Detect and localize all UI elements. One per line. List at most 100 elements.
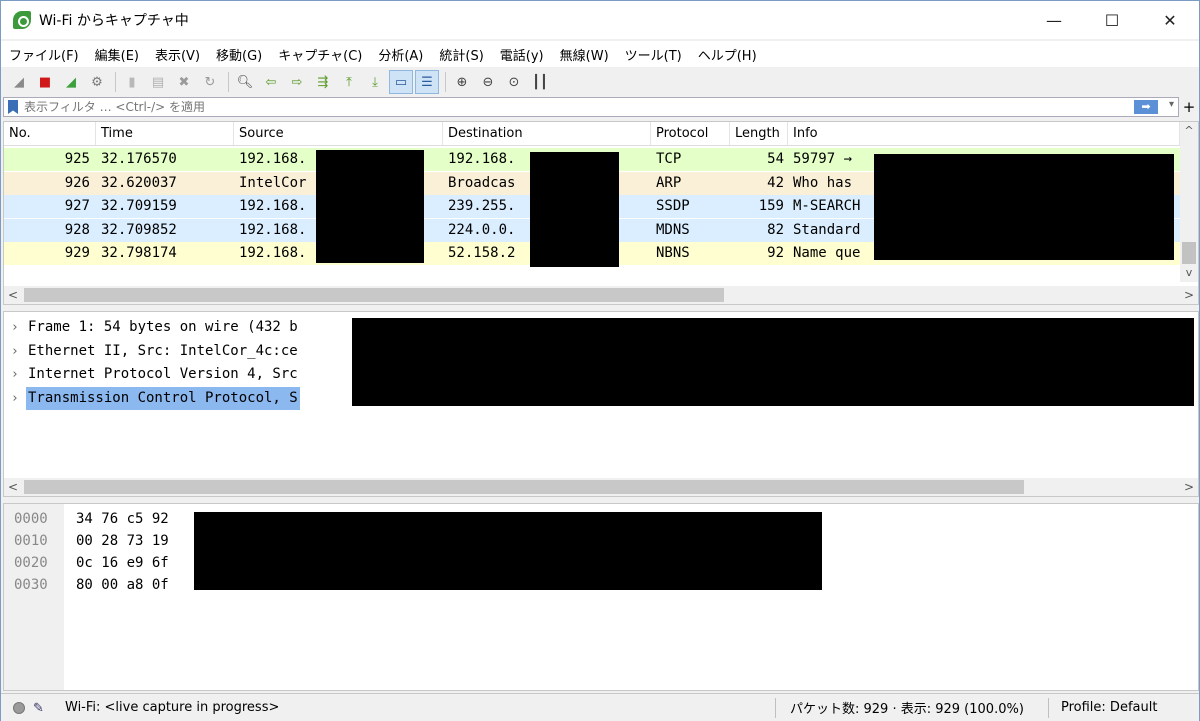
column-header[interactable]: No. — [4, 122, 96, 145]
cell-length: 159 — [758, 198, 784, 214]
scroll-up-icon[interactable]: ^ — [1180, 122, 1198, 140]
wireshark-window: Wi-Fi からキャプチャ中 — ☐ ✕ ファイル(F) 編集(E) 表示(V) 移動… — [0, 0, 1200, 721]
capture-options-icon[interactable]: ⚙ — [85, 70, 109, 94]
byte-offset: 0030 — [14, 577, 48, 593]
cell-time: 32.709852 — [101, 221, 177, 238]
column-header[interactable]: Protocol — [651, 122, 730, 145]
menu-item[interactable]: 編集(E) — [87, 45, 147, 64]
go-back-icon[interactable]: ⇦ — [259, 70, 283, 94]
expand-chevron-icon[interactable]: › — [4, 363, 26, 386]
toolbar-separator — [228, 72, 229, 92]
byte-hex[interactable]: 00 28 73 19 — [76, 530, 169, 552]
column-header[interactable]: Length — [730, 122, 788, 145]
menu-item[interactable]: 電話(y) — [492, 45, 552, 64]
cell-no: 927 — [64, 198, 90, 214]
hscroll-thumb[interactable] — [24, 288, 724, 302]
expand-chevron-icon[interactable]: › — [4, 316, 26, 339]
go-last-icon[interactable]: ⤓ — [363, 70, 387, 94]
go-to-packet-icon[interactable]: ⇶ — [311, 70, 335, 94]
redaction-block — [194, 512, 822, 590]
restart-capture-icon[interactable]: ◢ — [59, 70, 83, 94]
autoscroll-icon[interactable]: ▭ — [389, 70, 413, 94]
status-divider — [1048, 697, 1049, 718]
expand-chevron-icon[interactable]: › — [4, 340, 26, 363]
maximize-button[interactable]: ☐ — [1083, 1, 1141, 39]
scroll-right-icon[interactable]: > — [1180, 478, 1198, 496]
cell-protocol: ARP — [656, 174, 682, 191]
go-first-icon[interactable]: ⤒ — [337, 70, 361, 94]
main-toolbar: ◢ ■ ◢ ⚙ ▮ ▤ ✖ ↻ 🔍︎ ⇦ ⇨ ⇶ ⤒ ⤓ ▭ ☰ ⊕ ⊖ ⊙ ┃┃ — [1, 68, 1199, 96]
column-header[interactable]: Source — [234, 122, 443, 145]
close-button[interactable]: ✕ — [1141, 1, 1199, 39]
column-header[interactable]: Info — [788, 122, 1180, 145]
scroll-down-icon[interactable]: v — [1180, 264, 1198, 282]
redaction-block — [352, 318, 1194, 406]
start-capture-icon[interactable]: ◢ — [7, 70, 31, 94]
cell-time: 32.620037 — [101, 174, 177, 191]
detail-text: Internet Protocol Version 4, Src — [28, 366, 298, 382]
menu-item[interactable]: 表示(V) — [147, 45, 208, 64]
packet-bytes-pane: 0000 34 76 c5 92 0010 00 28 73 19 0020 0c 16 … — [3, 503, 1199, 691]
menu-item[interactable]: 分析(A) — [370, 45, 431, 64]
detail-text: Frame 1: 54 bytes on wire (432 b — [28, 319, 298, 335]
redaction-block — [530, 152, 619, 267]
open-file-icon[interactable]: ▮ — [120, 70, 144, 94]
minimize-button[interactable]: — — [1025, 1, 1083, 39]
cell-length: 54 — [767, 151, 784, 167]
redaction-block — [874, 154, 1174, 260]
zoom-out-icon[interactable]: ⊖ — [476, 70, 500, 94]
close-file-icon[interactable]: ✖ — [172, 70, 196, 94]
column-header[interactable]: Time — [96, 122, 234, 145]
cell-length: 42 — [767, 174, 784, 191]
bookmark-icon[interactable] — [8, 100, 18, 114]
vscroll-thumb[interactable] — [1182, 242, 1196, 264]
cell-no: 926 — [64, 174, 90, 191]
packet-list-vscrollbar[interactable]: ^ v — [1180, 122, 1198, 282]
column-header[interactable]: Destination — [443, 122, 651, 145]
capture-comment-icon[interactable]: ✎ — [33, 701, 47, 716]
profile-selector[interactable]: Profile: Default — [1061, 700, 1157, 715]
hscroll-thumb[interactable] — [24, 480, 1024, 494]
byte-hex[interactable]: 80 00 a8 0f — [76, 574, 169, 596]
reload-icon[interactable]: ↻ — [198, 70, 222, 94]
wireshark-logo-icon — [13, 11, 31, 29]
zoom-in-icon[interactable]: ⊕ — [450, 70, 474, 94]
apply-filter-button[interactable]: ➡ — [1134, 100, 1158, 114]
find-packet-icon[interactable]: 🔍︎ — [233, 70, 257, 94]
menu-item[interactable]: 無線(W) — [552, 45, 617, 64]
scroll-left-icon[interactable]: < — [4, 286, 22, 304]
packet-list-hscrollbar[interactable]: < > — [4, 286, 1198, 304]
menu-item[interactable]: ファイル(F) — [1, 45, 87, 64]
expand-chevron-icon[interactable]: › — [4, 387, 26, 410]
capture-status-text: Wi-Fi: <live capture in progress> — [65, 700, 280, 715]
scroll-right-icon[interactable]: > — [1180, 286, 1198, 304]
display-filter-bar: ➡ ▾ — [3, 97, 1179, 117]
cell-no: 925 — [64, 151, 90, 167]
display-filter-input[interactable] — [24, 100, 1124, 114]
go-forward-icon[interactable]: ⇨ — [285, 70, 309, 94]
scroll-left-icon[interactable]: < — [4, 478, 22, 496]
menu-bar: ファイル(F) 編集(E) 表示(V) 移動(G) キャプチャ(C) 分析(A) 統計(S)… — [1, 41, 1199, 67]
add-filter-button[interactable]: + — [1181, 97, 1197, 117]
menu-item[interactable]: 移動(G) — [208, 45, 270, 64]
byte-hex[interactable]: 34 76 c5 92 — [76, 508, 169, 530]
expert-info-icon[interactable] — [13, 701, 25, 714]
cell-length: 82 — [767, 221, 784, 238]
byte-hex[interactable]: 0c 16 e9 6f — [76, 552, 169, 574]
cell-protocol: TCP — [656, 151, 682, 167]
menu-item[interactable]: キャプチャ(C) — [270, 45, 370, 64]
cell-protocol: SSDP — [656, 198, 690, 214]
packet-details-hscrollbar[interactable]: < > — [4, 478, 1198, 496]
filter-history-dropdown-icon[interactable]: ▾ — [1169, 99, 1174, 110]
packet-list-header: No. Time Source Destination Protocol Length In… — [4, 122, 1180, 146]
resize-columns-icon[interactable]: ┃┃ — [528, 70, 552, 94]
menu-item[interactable]: ツール(T) — [617, 45, 690, 64]
cell-protocol: MDNS — [656, 221, 690, 238]
byte-offset: 0010 — [14, 533, 48, 549]
stop-capture-icon[interactable]: ■ — [33, 70, 57, 94]
menu-item[interactable]: ヘルプ(H) — [690, 45, 765, 64]
colorize-icon[interactable]: ☰ — [415, 70, 439, 94]
menu-item[interactable]: 統計(S) — [431, 45, 491, 64]
save-file-icon[interactable]: ▤ — [146, 70, 170, 94]
zoom-normal-icon[interactable]: ⊙ — [502, 70, 526, 94]
